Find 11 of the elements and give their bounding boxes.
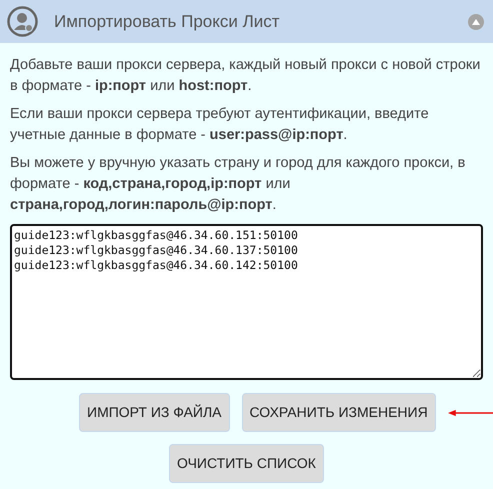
proxy-list-field[interactable]: guide123:wflgkbasggfas@46.34.60.151:50100 guide123:wflgkbasggfas@46.34.60.137:50100 guide123:wflgkbasggfas@46.34.60.142:50100	[10, 224, 483, 380]
instruction-text: Вы можете у вручную указать страну и город для каждого прокси, в формате - код,страна,город,ip:порт или страна,город,логин:пароль@ip:порт.	[10, 154, 466, 215]
import-button[interactable]: ИМПОРТ ИЗ ФАЙЛА	[79, 393, 230, 432]
user-add-icon	[7, 6, 38, 37]
collapse-icon[interactable]	[468, 14, 484, 30]
save-button[interactable]: СОХРАНИТЬ ИЗМЕНЕНИЯ	[242, 393, 436, 432]
clear-button[interactable]: ОЧИСТИТЬ СПИСОК	[169, 444, 324, 483]
instruction-text: Добавьте ваши прокси сервера, каждый новый прокси с новой строки в формате - ip:порт или host:порт.	[10, 56, 482, 96]
arrow-icon	[448, 408, 493, 416]
instruction-text: Если ваши прокси сервера требуют аутентификации, введите учетные данные в формате - user:pass@ip:порт.	[10, 105, 430, 145]
header-title: Импортировать Прокси Лист	[54, 10, 281, 33]
